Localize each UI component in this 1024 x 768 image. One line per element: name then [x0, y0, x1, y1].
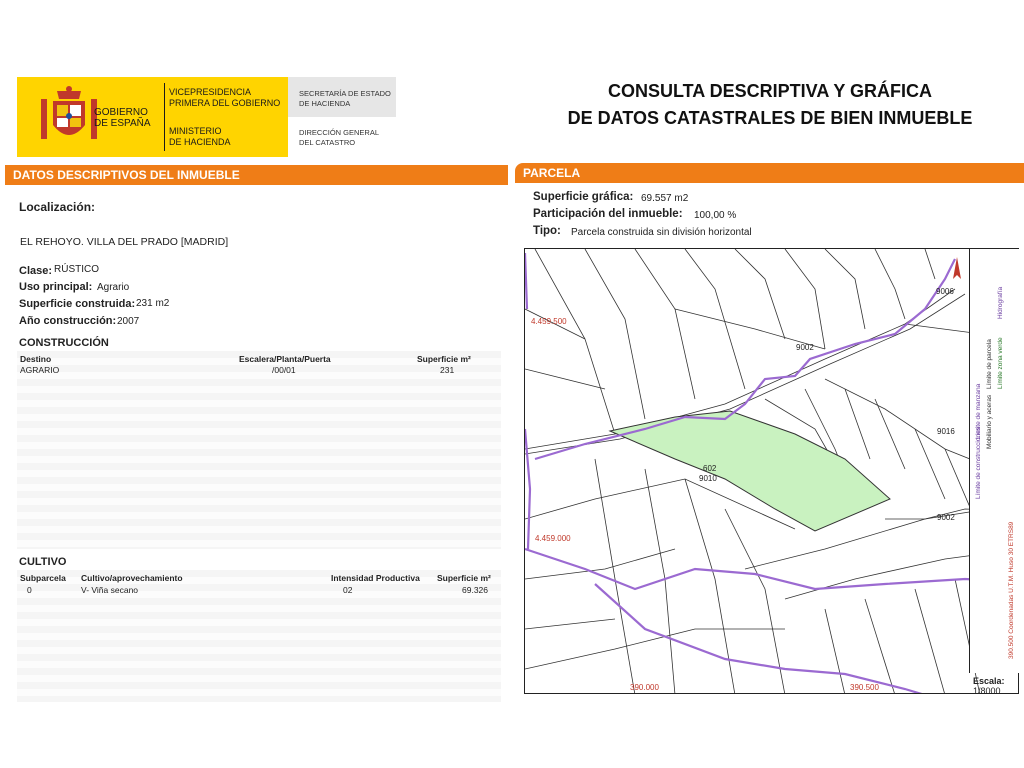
construccion-header-destino: Destino — [20, 354, 52, 364]
escala-label: Escala: — [973, 676, 1005, 686]
construccion-cell-destino: AGRARIO — [20, 365, 60, 375]
anio-construccion-label: Año construcción: — [19, 315, 117, 327]
localizacion-value: EL REHOYO. VILLA DEL PRADO [MADRID] — [20, 236, 229, 248]
cultivo-header-intensidad: Intensidad Productiva — [331, 573, 420, 583]
label-9006: 9006 — [936, 287, 954, 296]
vicepresidencia: VICEPRESIDENCIA PRIMERA DEL GOBIERNO — [169, 87, 280, 109]
cultivo-cell-intensidad: 02 — [343, 585, 353, 595]
title-line1: CONSULTA DESCRIPTIVA Y GRÁFICA — [607, 81, 933, 101]
coord-x-right: 390.500 — [850, 683, 879, 692]
cultivo-header-superficie: Superficie m² — [437, 573, 491, 583]
min-line1: MINISTERIO — [169, 126, 222, 136]
legend-construcciones: Límite de construcciones — [975, 427, 982, 499]
superficie-grafica-label: Superficie gráfica: — [533, 191, 634, 203]
ministerio: MINISTERIO DE HACIENDA — [169, 126, 231, 148]
parcela-bar: PARCELA — [515, 163, 1024, 183]
cadastral-map-drawing: 4.459.500 4.459.000 390.000 390.500 9002… — [525, 249, 1018, 693]
uso-value: Agrario — [97, 282, 130, 293]
tipo-label: Tipo: — [533, 225, 561, 237]
map-legend: Límite de manzana Límite de parcela Hidr… — [969, 249, 1019, 673]
label-9016: 9016 — [937, 427, 955, 436]
construccion-header-superficie: Superficie m² — [417, 354, 471, 364]
superficie-grafica-value: 69.557 m2 — [641, 193, 689, 204]
participacion-value: 100,00 % — [694, 210, 737, 221]
clase-label: Clase: — [19, 265, 53, 277]
parcel-602[interactable] — [608, 410, 891, 532]
legend-parcela: Límite de parcela — [986, 339, 993, 389]
datos-descriptivos-bar: DATOS DESCRIPTIVOS DEL INMUEBLE — [5, 165, 508, 185]
cultivo-header-cultivo: Cultivo/aprovechamiento — [81, 573, 183, 583]
legend-mobiliario: Mobiliario y aceras — [986, 394, 993, 449]
clase-value: RÚSTICO — [54, 264, 99, 275]
cultivo-title: CULTIVO — [19, 556, 67, 568]
anio-construccion-value: 2007 — [117, 316, 140, 327]
coord-y-bottom: 4.459.000 — [535, 534, 571, 543]
superficie-construida-label: Superficie construida: — [19, 298, 136, 310]
participacion-label: Participación del inmueble: — [533, 208, 683, 220]
superficie-construida-value: 231 m2 — [136, 298, 170, 309]
label-9002-top: 9002 — [796, 343, 814, 352]
dir-line2: DEL CATASTRO — [299, 138, 356, 147]
dir-line1: DIRECCIÓN GENERAL — [299, 128, 380, 137]
construccion-table — [17, 351, 501, 549]
cadastral-map[interactable]: 4.459.500 4.459.000 390.000 390.500 9002… — [524, 248, 1019, 694]
cultivo-cell-superficie: 69.326 — [462, 585, 488, 595]
direccion-general: DIRECCIÓN GENERAL DEL CATASTRO — [299, 128, 379, 148]
uso-label: Uso principal: — [19, 281, 93, 293]
coat-of-arms-icon — [41, 86, 97, 139]
gov-name: GOBIERNO DE ESPAÑA — [94, 107, 151, 129]
sec-line2: DE HACIENDA — [299, 99, 351, 108]
escala-value: 1/8000 — [973, 686, 1001, 696]
coord-y-top: 4.459.500 — [531, 317, 567, 326]
logo-divider — [164, 83, 165, 151]
legend-zona-verde: Límite zona verde — [997, 337, 1004, 389]
tipo-value: Parcela construida sin división horizont… — [571, 227, 752, 238]
coord-x-left: 390.000 — [630, 683, 659, 692]
title-line2: DE DATOS CATASTRALES DE BIEN INMUEBLE — [567, 108, 973, 128]
construccion-cell-escalera: /00/01 — [272, 365, 296, 375]
sec-line1: SECRETARÍA DE ESTADO — [299, 89, 391, 98]
legend-hidrografia: Hidrografía — [997, 286, 1004, 319]
cultivo-cell-subparcela: 0 — [27, 585, 32, 595]
construccion-header-escalera: Escalera/Planta/Puerta — [239, 354, 331, 364]
page-title: CONSULTA DESCRIPTIVA Y GRÁFICA DE DATOS … — [540, 78, 1000, 132]
vice-line1: VICEPRESIDENCIA — [169, 87, 252, 97]
gov-line1: GOBIERNO — [94, 107, 148, 118]
cultivo-cell-cultivo: V- Viña secano — [81, 585, 139, 595]
label-9002-right: 9002 — [937, 513, 955, 522]
gov-line2: DE ESPAÑA — [94, 118, 151, 129]
construccion-title: CONSTRUCCIÓN — [19, 337, 109, 349]
min-line2: DE HACIENDA — [169, 137, 231, 147]
government-logo: GOBIERNO DE ESPAÑA VICEPRESIDENCIA PRIME… — [17, 77, 288, 157]
cultivo-header-subparcela: Subparcela — [20, 573, 66, 583]
construccion-cell-superficie: 231 — [440, 365, 455, 375]
label-9010: 9010 — [699, 474, 717, 483]
localizacion-label: Localización: — [19, 200, 96, 214]
legend-coordinates: 390.500 Coordenadas U.T.M. Huso 30 ETRS8… — [1008, 521, 1015, 659]
label-602: 602 — [703, 464, 717, 473]
secretaria: SECRETARÍA DE ESTADO DE HACIENDA — [299, 89, 391, 109]
vice-line2: PRIMERA DEL GOBIERNO — [169, 98, 281, 108]
